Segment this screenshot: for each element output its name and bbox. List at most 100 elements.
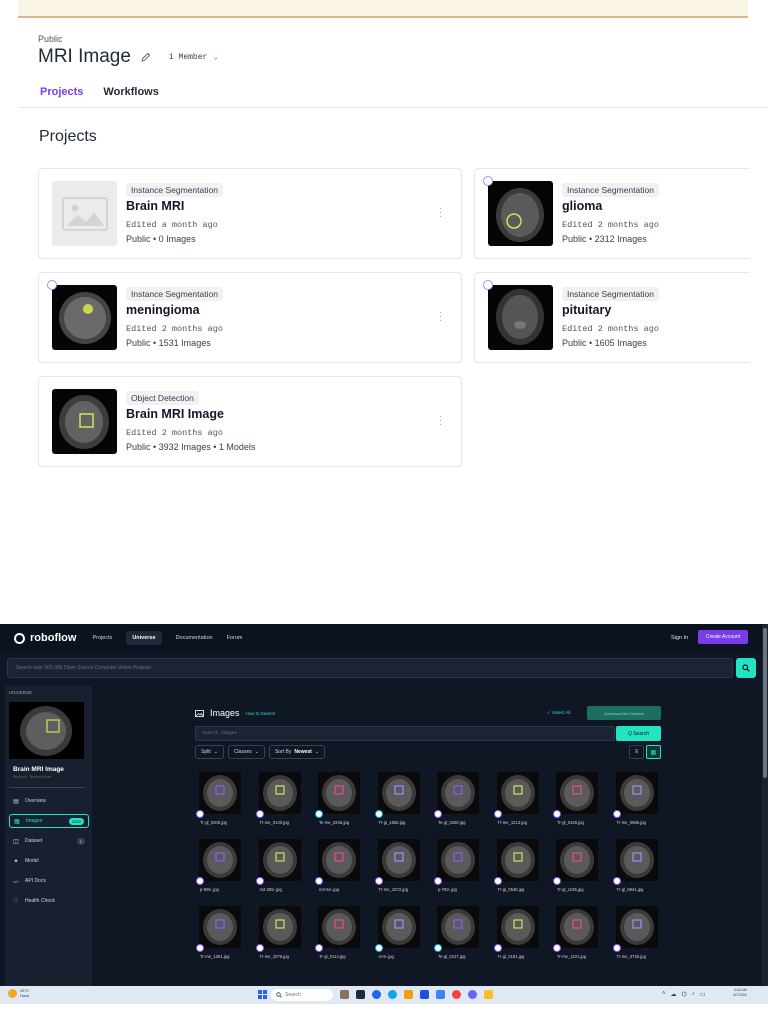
project-name[interactable]: glioma xyxy=(562,199,602,213)
project-type-badge: Instance Segmentation xyxy=(126,183,223,197)
image-tile[interactable]: p-783-.jpg xyxy=(434,839,494,896)
project-card-brain-mri-image[interactable]: Object Detection Brain MRI Image Edited … xyxy=(38,376,462,467)
app-icon[interactable] xyxy=(484,990,493,999)
annotation-badge xyxy=(612,810,621,818)
taskbar-search[interactable]: Search xyxy=(271,989,333,1001)
volume-icon[interactable]: ♪ xyxy=(692,991,695,998)
clock-date: 4/7/2024 xyxy=(733,993,747,997)
image-tile[interactable]: Tr-me_0686.jpg xyxy=(612,772,673,829)
image-tile[interactable]: Tr-gl_0429.jpg xyxy=(553,772,613,829)
app-icon[interactable] xyxy=(372,990,381,999)
sign-in-link[interactable]: Sign In xyxy=(671,635,688,641)
project-card-meningioma[interactable]: Instance Segmentation meningioma Edited … xyxy=(38,272,462,363)
more-options-icon[interactable]: · · · xyxy=(439,412,442,430)
image-tile[interactable]: Te-gl_0127.jpg xyxy=(434,906,494,963)
image-tile[interactable]: Tr-me_1076.jpg xyxy=(255,906,316,963)
battery-icon[interactable]: ▭ xyxy=(700,991,706,998)
image-thumbnail xyxy=(615,839,658,881)
image-tile[interactable]: Tr-gl_0841.jpg xyxy=(612,839,673,896)
annotation-badge xyxy=(374,944,383,952)
edge-icon[interactable] xyxy=(388,990,397,999)
top-nav: roboflow Projects Universe Documentation… xyxy=(0,624,768,652)
sidebar-item-health-check[interactable]: ♡ Health Check xyxy=(9,894,89,908)
list-view-icon[interactable]: ≡ xyxy=(629,745,644,759)
weather-widget[interactable]: 28°C Haze xyxy=(8,988,29,998)
sidebar-item-model[interactable]: ✦ Model xyxy=(9,854,89,868)
classes-filter[interactable]: Classes ⌄ xyxy=(227,745,265,759)
download-dataset-button[interactable]: Download this Dataset xyxy=(587,706,661,720)
image-tile[interactable]: m-5-.jpg xyxy=(374,906,435,963)
app-icon[interactable] xyxy=(436,990,445,999)
project-card-glioma[interactable]: Instance Segmentation glioma Edited 2 mo… xyxy=(474,168,750,259)
app-icon[interactable] xyxy=(340,990,349,999)
image-tile[interactable]: m2-205-.jpg xyxy=(255,839,316,896)
image-tile[interactable]: Tr-gl_0114.jpg xyxy=(315,906,375,963)
sidebar-item-api-docs[interactable]: </> API Docs xyxy=(9,874,89,888)
how-to-search-link[interactable]: How to Search xyxy=(246,711,276,716)
project-card-pituitary[interactable]: Instance Segmentation pituitary Edited 2… xyxy=(474,272,750,363)
project-name[interactable]: meningioma xyxy=(126,303,200,317)
image-tile[interactable]: Tr-me_0725.jpg xyxy=(612,906,673,963)
nav-universe[interactable]: Universe xyxy=(126,631,162,645)
cloud-icon[interactable]: ☁ xyxy=(671,991,677,998)
image-tile[interactable]: p-505-.jpg xyxy=(196,839,256,896)
image-tile[interactable]: Tr-gl_1195.jpg xyxy=(553,839,613,896)
image-tile[interactable]: Tr-me_0140.jpg xyxy=(255,772,316,829)
tab-workflows[interactable]: Workflows xyxy=(103,86,158,98)
project-name[interactable]: pituitary xyxy=(562,303,611,317)
nav-projects[interactable]: Projects xyxy=(92,635,112,641)
image-tile[interactable]: Tr-gl_0181.jpg xyxy=(493,906,554,963)
sidebar-item-images[interactable]: ▦ Images 3932 xyxy=(9,814,89,828)
universe-search-input[interactable]: Search over 500,000 Open Source Computer… xyxy=(7,658,733,678)
scrollbar-thumb[interactable] xyxy=(763,628,767,778)
search-images-button[interactable]: Q Search xyxy=(616,726,661,741)
image-tile[interactable]: Tr-gl_0548.jpg xyxy=(493,839,554,896)
image-tile[interactable]: Tr-me_1072.jpg xyxy=(374,839,435,896)
windows-start-icon[interactable] xyxy=(258,990,267,999)
project-name[interactable]: Brain MRI xyxy=(126,199,184,213)
system-clock[interactable]: 3:43 AM 4/7/2024 xyxy=(733,988,747,998)
select-all-button[interactable]: ✓ Select All xyxy=(547,710,571,716)
sort-filter[interactable]: Sort By Newest ⌄ xyxy=(268,745,326,759)
split-filter[interactable]: Split ⌄ xyxy=(195,745,224,759)
search-images-input[interactable]: Search Images xyxy=(195,726,615,741)
more-options-icon[interactable]: · · · xyxy=(439,308,442,326)
image-tile[interactable]: Tr-me_1101.jpg xyxy=(553,906,613,963)
app-icon[interactable] xyxy=(468,990,477,999)
nav-documentation[interactable]: Documentation xyxy=(176,635,213,641)
tab-projects[interactable]: Projects xyxy=(40,86,83,98)
project-sidebar: UNIVERSE Brain MRI Image Object Detectio… xyxy=(5,686,92,986)
section-title: Projects xyxy=(39,128,97,145)
project-name[interactable]: Brain MRI Image xyxy=(126,407,224,421)
scrollbar[interactable] xyxy=(762,624,768,986)
member-dropdown[interactable]: 1 Member ⌄ xyxy=(169,52,218,63)
store-icon[interactable] xyxy=(420,990,429,999)
sidebar-item-dataset[interactable]: ◫ Dataset 1 xyxy=(9,834,89,848)
chevron-up-icon[interactable]: ˄ xyxy=(662,991,666,998)
filter-bar: Split ⌄ Classes ⌄ Sort By Newest ⌄ xyxy=(195,745,326,759)
file-explorer-icon[interactable] xyxy=(404,990,413,999)
annotation-badge xyxy=(553,810,561,818)
image-tile[interactable]: Tr-me_1213.jpg xyxy=(493,772,554,829)
images-title: Images xyxy=(210,708,240,718)
image-tile[interactable]: Te-me_0246.jpg xyxy=(315,772,375,829)
sidebar-item-overview[interactable]: ▤ Overview xyxy=(9,794,89,808)
nav-forum[interactable]: Forum xyxy=(227,635,243,641)
chrome-icon[interactable] xyxy=(452,990,461,999)
image-tile[interactable]: Tr-gl_0206.jpg xyxy=(196,772,256,829)
grid-view-icon[interactable]: ▦ xyxy=(646,745,661,759)
image-tile[interactable]: Tr-gi_1556.jpg xyxy=(374,772,435,829)
roboflow-logo[interactable]: roboflow xyxy=(14,632,76,644)
search-button[interactable] xyxy=(736,658,756,678)
image-tile[interactable]: Te-gl_0280.jpg xyxy=(434,772,494,829)
image-thumbnail xyxy=(377,839,420,881)
create-account-button[interactable]: Create Account xyxy=(698,630,748,644)
image-tile[interactable]: m3-64-.jpg xyxy=(315,839,375,896)
more-options-icon[interactable]: · · · xyxy=(439,204,442,222)
project-meta: Public • 3932 Images • 1 Models xyxy=(126,442,256,452)
image-tile[interactable]: Tr-me_1251.jpg xyxy=(196,906,256,963)
edit-pencil-icon[interactable] xyxy=(141,52,151,62)
project-card-brain-mri[interactable]: Instance Segmentation Brain MRI Edited a… xyxy=(38,168,462,259)
network-icon[interactable]: ⌬ xyxy=(682,991,687,998)
app-icon[interactable] xyxy=(356,990,365,999)
